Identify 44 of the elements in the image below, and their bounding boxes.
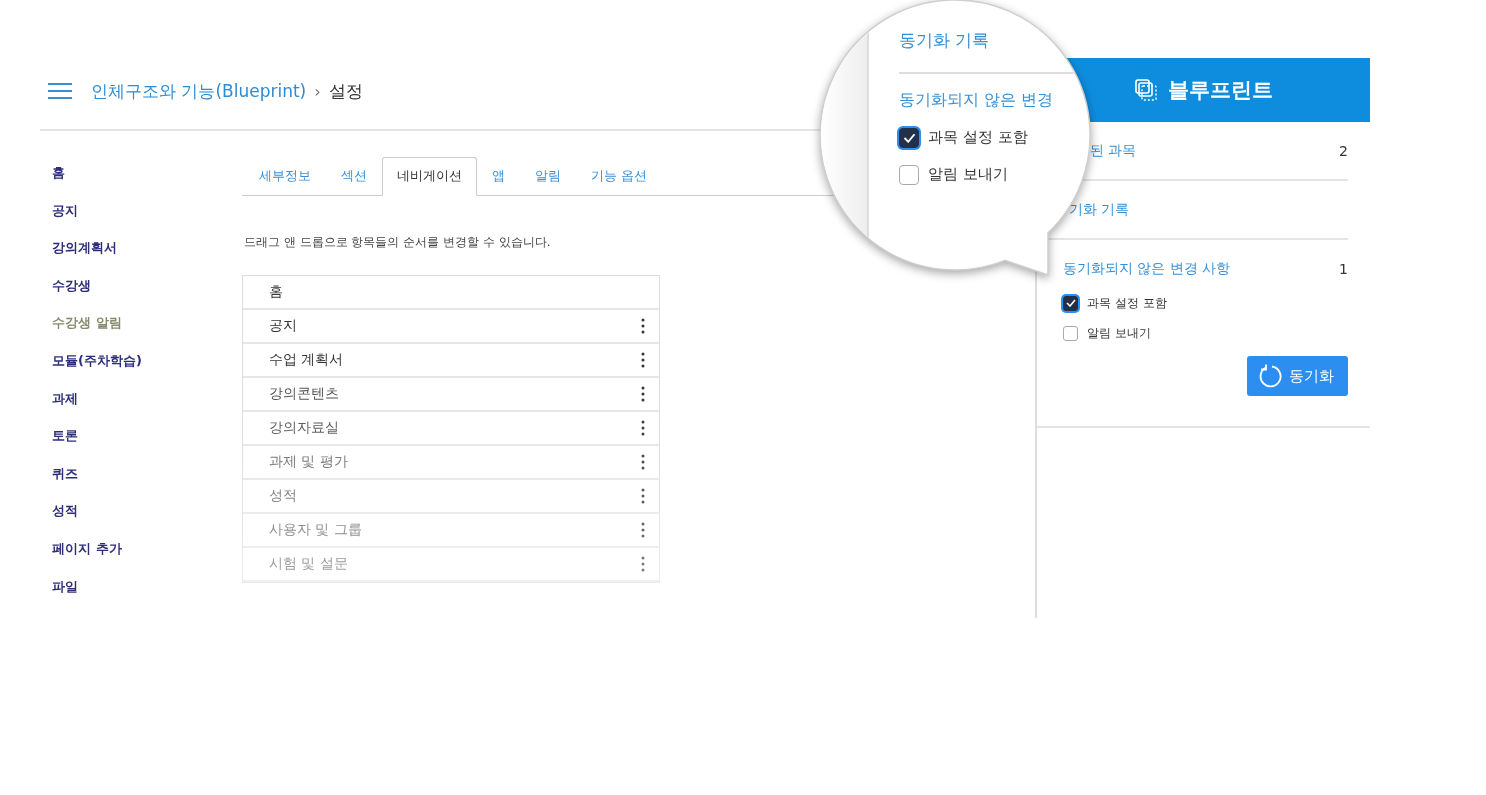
nav-link[interactable]: 공지 <box>52 200 242 220</box>
panel-link[interactable]: 동기화되지 않은 변경 사항 <box>1063 260 1231 278</box>
item-label: 홈 <box>269 283 283 301</box>
checkbox-label: 과목 설정 포함 <box>1087 294 1167 312</box>
item-label: 시험 및 설문 <box>269 555 348 573</box>
count-text: 2 <box>1339 142 1348 159</box>
checkbox-label: 알림 보내기 <box>928 165 1008 184</box>
panel-link[interactable]: 된 과목 <box>1090 141 1137 160</box>
panel-link[interactable]: 기화 기록 <box>1069 200 1130 219</box>
nav-link[interactable]: 모듈(주차학습) <box>52 350 242 370</box>
breadcrumb-separator: › <box>314 81 321 101</box>
checkbox-label: 알림 보내기 <box>1087 324 1151 342</box>
item-label: 성적 <box>269 487 297 505</box>
nav-link[interactable]: 파일 <box>52 576 242 596</box>
count-text: 1 <box>1339 261 1348 277</box>
sync-button[interactable]: 동기화 <box>1247 356 1348 396</box>
settings-tab[interactable]: 앱 <box>477 157 520 196</box>
item-label: 공지 <box>269 317 297 335</box>
item-label: 사용자 및 그룹 <box>269 521 362 539</box>
nav-link[interactable]: 페이지 추가 <box>52 538 242 558</box>
settings-tab[interactable]: 네비게이션 <box>382 157 477 196</box>
item-label: 강의콘텐츠 <box>269 385 339 403</box>
nav-link[interactable]: 토론 <box>52 426 242 446</box>
nav-link[interactable]: 과제 <box>52 388 242 408</box>
instruction-text: 드래그 앤 드롭으로 항목들의 순서를 변경할 수 있습니다. <box>244 234 552 251</box>
nav-link[interactable]: 강의계획서 <box>52 238 242 258</box>
panel-title: 블루프린트 <box>1168 77 1273 104</box>
breadcrumb-link[interactable]: 인체구조와 기능(Blueprint) <box>91 79 307 103</box>
nav-link[interactable]: 홈 <box>52 163 242 182</box>
checkbox-label: 과목 설정 포함 <box>928 128 1028 147</box>
nav-link[interactable]: 성적 <box>52 501 242 521</box>
nav-link[interactable]: 수강생 알림 <box>52 313 242 333</box>
item-label: 과제 및 평가 <box>269 453 348 471</box>
nav-link[interactable]: 수강생 <box>52 275 242 295</box>
item-label: 강의자료실 <box>269 419 339 437</box>
settings-tab[interactable]: 알림 <box>520 157 576 196</box>
item-label: 수업 계획서 <box>269 351 344 369</box>
settings-tab[interactable]: 섹션 <box>326 157 382 196</box>
settings-tab[interactable]: 세부정보 <box>244 157 326 196</box>
settings-tab[interactable]: 기능 옵션 <box>576 157 663 196</box>
unsynced-changes-label[interactable]: 동기화되지 않은 변경 <box>899 90 1089 111</box>
nav-link[interactable]: 퀴즈 <box>52 463 242 483</box>
sync-history-link[interactable]: 동기화 기록 <box>899 29 1089 52</box>
page-title: 설정 <box>328 79 363 103</box>
